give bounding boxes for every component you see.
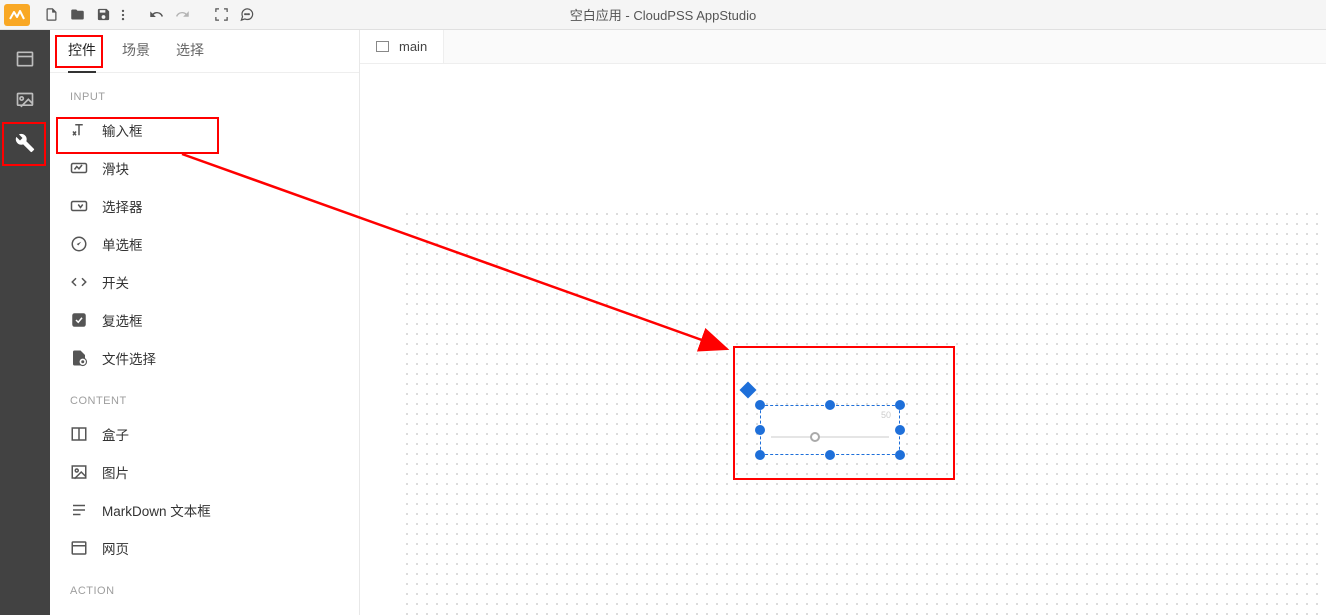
checkbox-icon (70, 311, 88, 329)
save-button[interactable] (90, 2, 116, 28)
widget-label: 单选框 (102, 234, 143, 254)
slider-thumb[interactable] (810, 432, 820, 442)
widget-label: 图片 (102, 462, 129, 482)
tab-select[interactable]: 选择 (176, 40, 204, 72)
panel-scroll[interactable]: INPUT 输入框 滑块 选择器 单选框 开关 (50, 73, 359, 615)
group-header-action: ACTION (50, 567, 359, 605)
widget-item-slider[interactable]: 滑块 (50, 149, 359, 187)
widget-label: 输入框 (102, 120, 143, 140)
markdown-icon (70, 501, 88, 519)
rail-page-button[interactable] (6, 40, 44, 78)
group-header-content: CONTENT (50, 377, 359, 415)
fullscreen-button[interactable] (208, 2, 234, 28)
slider-widget-icon (70, 159, 88, 177)
resize-handle-n[interactable] (825, 400, 835, 410)
resize-handle-w[interactable] (755, 425, 765, 435)
widget-item-markdown[interactable]: MarkDown 文本框 (50, 491, 359, 529)
group-header-input: INPUT (50, 73, 359, 111)
widget-item-button[interactable]: 按钮 (50, 605, 359, 615)
resize-handle-sw[interactable] (755, 450, 765, 460)
canvas-body[interactable]: 50 (360, 64, 1326, 615)
widget-item-switch[interactable]: 开关 (50, 263, 359, 301)
resize-handle-se[interactable] (895, 450, 905, 460)
tab-widgets[interactable]: 控件 (68, 40, 96, 72)
top-toolbar: 空白应用 - CloudPSS AppStudio (0, 0, 1326, 30)
file-select-icon (70, 349, 88, 367)
comment-button[interactable] (234, 2, 260, 28)
toolbar-separator (201, 7, 202, 23)
tab-scene[interactable]: 场景 (122, 40, 150, 72)
redo-button[interactable] (169, 2, 195, 28)
canvas-tab-label: main (399, 39, 427, 54)
canvas-tab-main[interactable]: main (360, 30, 444, 63)
resize-handle-e[interactable] (895, 425, 905, 435)
slider-track (771, 436, 889, 438)
resize-handle-s[interactable] (825, 450, 835, 460)
panel-tabs: 控件 场景 选择 (50, 30, 359, 73)
widget-item-checkbox[interactable]: 复选框 (50, 301, 359, 339)
widget-item-file-select[interactable]: 文件选择 (50, 339, 359, 377)
image-widget-icon (70, 463, 88, 481)
widget-item-webpage[interactable]: 网页 (50, 529, 359, 567)
canvas-tabs: main (360, 30, 1326, 64)
rail-tools-button[interactable] (6, 124, 44, 162)
box-widget-icon (70, 425, 88, 443)
webpage-icon (70, 539, 88, 557)
undo-button[interactable] (143, 2, 169, 28)
selection-frame: 50 (760, 405, 900, 455)
widget-label: 盒子 (102, 424, 129, 444)
toolbar-separator (136, 7, 137, 23)
resize-handle-ne[interactable] (895, 400, 905, 410)
switch-icon (70, 273, 88, 291)
widget-item-selector[interactable]: 选择器 (50, 187, 359, 225)
widget-item-image[interactable]: 图片 (50, 453, 359, 491)
widget-label: 开关 (102, 272, 129, 292)
text-input-icon (70, 121, 88, 139)
canvas-area: main 50 (360, 30, 1326, 615)
window-title: 空白应用 - CloudPSS AppStudio (570, 5, 756, 24)
widget-label: 选择器 (102, 196, 143, 216)
widget-label: 网页 (102, 538, 129, 558)
app-logo (4, 4, 30, 26)
radio-icon (70, 235, 88, 253)
widget-item-box[interactable]: 盒子 (50, 415, 359, 453)
widget-value-placeholder: 50 (881, 410, 891, 420)
widget-label: 文件选择 (102, 348, 156, 368)
widget-label: 复选框 (102, 310, 143, 330)
widget-item-radio[interactable]: 单选框 (50, 225, 359, 263)
widget-label: 滑块 (102, 158, 129, 178)
new-file-button[interactable] (38, 2, 64, 28)
rail-assets-button[interactable] (6, 82, 44, 120)
open-folder-button[interactable] (64, 2, 90, 28)
widget-item-input-box[interactable]: 输入框 (50, 111, 359, 149)
resize-handle-nw[interactable] (755, 400, 765, 410)
save-more-button[interactable] (116, 2, 130, 28)
left-icon-rail (0, 30, 50, 615)
scene-icon (376, 41, 389, 52)
selector-icon (70, 197, 88, 215)
widget-label: MarkDown 文本框 (102, 500, 211, 520)
side-panel: 控件 场景 选择 INPUT 输入框 滑块 选择器 单选框 (50, 30, 360, 615)
